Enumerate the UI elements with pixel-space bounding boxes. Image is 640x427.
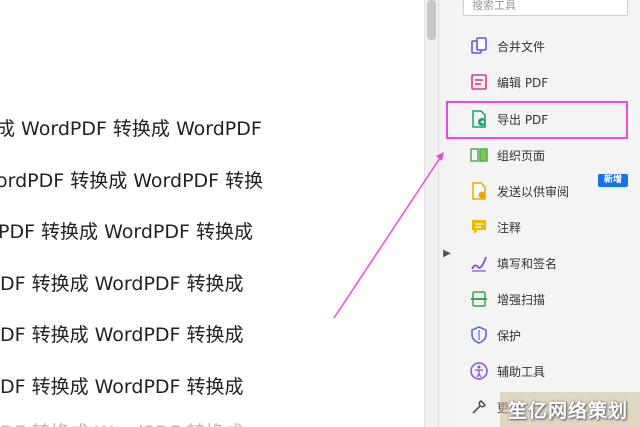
document-text-line: PDF 转换成 WordPDF 转换成 <box>0 221 253 243</box>
tool-protect[interactable]: 保护 <box>455 320 640 350</box>
accessibility-icon <box>469 361 489 381</box>
tool-accessibility[interactable]: 辅助工具 <box>455 356 640 386</box>
document-view[interactable]: 成 WordPDF 转换成 WordPDF ordPDF 转换成 WordPDF… <box>0 0 424 427</box>
watermark-text: 笙亿网络策划 <box>508 400 629 422</box>
document-text-line: ordPDF 转换成 WordPDF 转换 <box>0 170 264 192</box>
tool-search-input[interactable]: 搜索工具 <box>463 0 628 16</box>
tool-label: 增强扫描 <box>497 292 546 307</box>
tool-label: 编辑 PDF <box>497 75 549 90</box>
document-text-line: DF 转换成 WordPDF 转换成 <box>0 376 244 398</box>
collapse-arrow-icon[interactable]: ▶ <box>442 248 452 260</box>
tool-organize-pages[interactable]: 组织页面 <box>455 140 640 170</box>
enhance-scan-icon <box>469 289 489 309</box>
document-text-line: DF 转换成 WordPDF 转换成 <box>0 324 244 346</box>
tool-label: 发送以供审阅 <box>497 184 570 199</box>
tool-combine-files[interactable]: 合并文件 <box>455 31 640 61</box>
fill-sign-icon <box>469 253 489 273</box>
tool-label: 组织页面 <box>497 148 546 163</box>
organize-pages-icon <box>469 145 489 165</box>
tools-pane: 搜索工具 合并文件 编辑 PDF 导出 PDF 组织页面 发送以供审阅 注释 填… <box>455 0 640 427</box>
more-tools-icon <box>469 397 489 417</box>
pane-collapse-handle[interactable]: ▶ <box>438 0 456 427</box>
tool-label: 保护 <box>497 328 522 343</box>
comment-icon <box>469 217 489 237</box>
new-badge: 新增 <box>598 174 628 187</box>
send-for-review-icon <box>469 181 489 201</box>
edit-pdf-icon <box>469 72 489 92</box>
combine-files-icon <box>469 36 489 56</box>
document-text-line: DF 转换成 WordPDF 转换成 <box>0 273 244 295</box>
tool-label: 填写和签名 <box>497 256 558 271</box>
protect-icon <box>469 325 489 345</box>
tool-label: 辅助工具 <box>497 364 546 379</box>
export-pdf-highlight <box>446 101 628 139</box>
document-text-line-partial: DF 转换成 WordPDF 转换成 <box>0 418 244 427</box>
tool-edit-pdf[interactable]: 编辑 PDF <box>455 67 640 97</box>
scrollbar-thumb[interactable] <box>427 0 436 40</box>
tool-label: 合并文件 <box>497 39 546 54</box>
document-text-line: 成 WordPDF 转换成 WordPDF <box>0 118 262 140</box>
tool-enhance-scan[interactable]: 增强扫描 <box>455 284 640 314</box>
tool-label: 注释 <box>497 220 522 235</box>
tool-comment[interactable]: 注释 <box>455 212 640 242</box>
document-scrollbar[interactable] <box>424 0 439 427</box>
tool-fill-sign[interactable]: 填写和签名 <box>455 248 640 278</box>
